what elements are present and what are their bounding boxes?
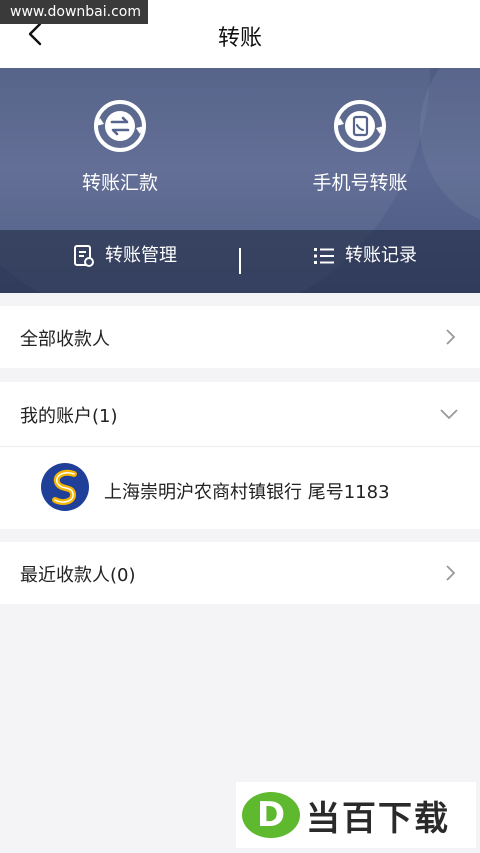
chevron-right-icon <box>446 565 456 581</box>
bank-logo-icon <box>41 463 89 511</box>
watermark-brand: D 当百下载 <box>236 782 476 848</box>
phone-transfer-button[interactable]: 手机号转账 <box>270 98 450 195</box>
watermark-text: 当百下载 <box>306 798 450 839</box>
all-payees-label: 全部收款人 <box>20 329 110 350</box>
chevron-right-icon <box>446 329 456 345</box>
watermark-logo: D <box>242 792 300 838</box>
chevron-down-icon <box>440 409 458 420</box>
account-name: 上海崇明沪农商村镇银行 尾号1183 <box>104 482 390 503</box>
transfer-remittance-label: 转账汇款 <box>81 172 158 194</box>
document-gear-icon <box>74 245 94 267</box>
recent-payees-label: 最近收款人(0) <box>20 565 136 586</box>
recent-payees-row[interactable]: 最近收款人(0) <box>0 542 480 604</box>
transfer-management-label: 转账管理 <box>105 245 177 266</box>
transfer-toolbar: 转账管理 转账记录 <box>0 230 480 293</box>
transfer-management-button[interactable]: 转账管理 <box>40 230 210 282</box>
phone-transfer-label: 手机号转账 <box>312 172 408 194</box>
transfer-hero-panel: 转账汇款 手机号转账 转账管理 转账记录 <box>0 68 480 293</box>
transfer-remittance-button[interactable]: 转账汇款 <box>30 98 210 195</box>
transfer-arrows-icon <box>94 100 146 152</box>
list-icon <box>314 248 334 264</box>
my-accounts-header[interactable]: 我的账户(1) <box>0 382 480 446</box>
toolbar-divider <box>239 248 241 274</box>
account-list-item[interactable]: 上海崇明沪农商村镇银行 尾号1183 <box>0 447 480 529</box>
watermark-site-url: www.downbai.com <box>0 0 148 24</box>
transfer-records-button[interactable]: 转账记录 <box>280 230 450 282</box>
all-payees-row[interactable]: 全部收款人 <box>0 306 480 368</box>
my-accounts-label: 我的账户(1) <box>20 406 118 427</box>
phone-transfer-icon <box>334 100 386 152</box>
transfer-records-label: 转账记录 <box>345 245 417 266</box>
